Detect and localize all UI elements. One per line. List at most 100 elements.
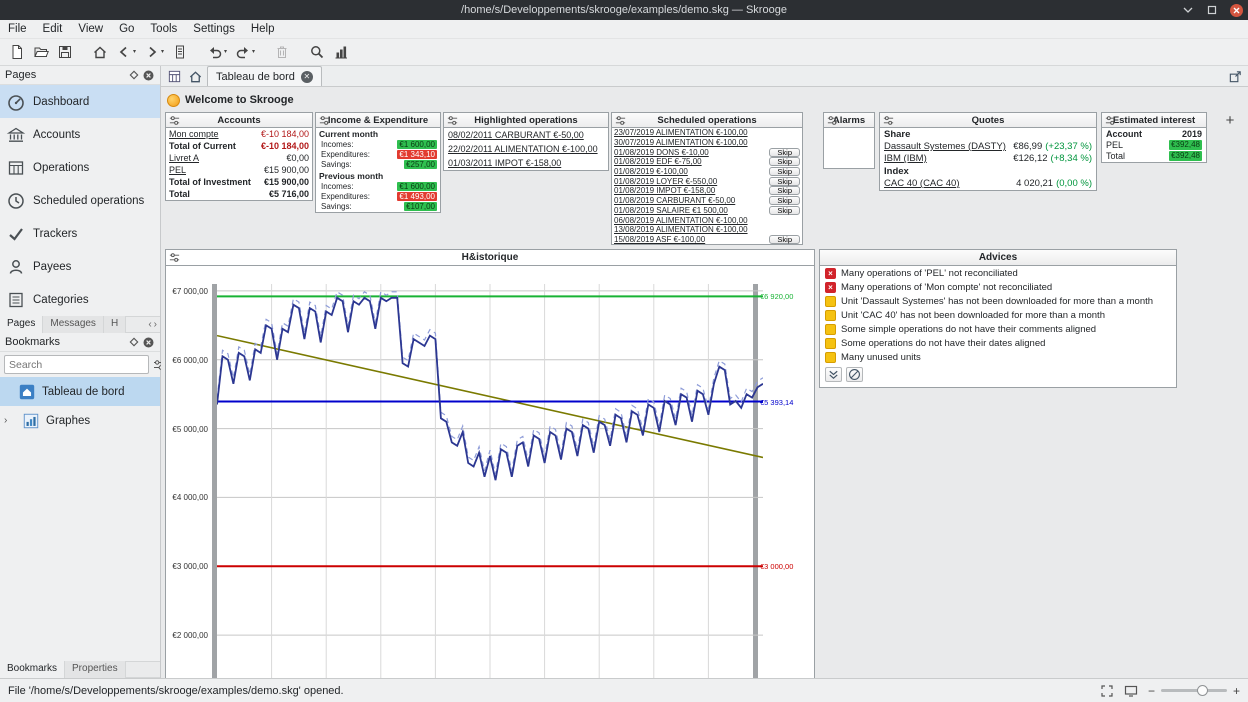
account-name[interactable]: Mon compte	[169, 129, 219, 139]
dropdown-caret-icon[interactable]: ▾	[133, 49, 136, 55]
dropdown-caret-icon[interactable]: ▾	[224, 49, 227, 55]
account-name[interactable]: Livret A	[169, 153, 199, 163]
close-panel-icon[interactable]	[141, 68, 155, 82]
highlighted-operation-link[interactable]: 22/02/2011 ALIMENTATION €-100,00	[444, 142, 608, 156]
highlighted-operation-link[interactable]: 08/02/2011 CARBURANT €-50,00	[444, 128, 608, 142]
redo-button[interactable]: ▾	[232, 42, 258, 62]
quote-name-link[interactable]: CAC 40 (CAC 40)	[884, 178, 1012, 189]
open-file-button[interactable]	[30, 42, 52, 62]
apply-all-advices-button[interactable]	[825, 367, 842, 382]
advice-item[interactable]: Many unused units	[820, 350, 1176, 364]
dropdown-caret-icon[interactable]: ▾	[252, 49, 255, 55]
sidebar-item-categories[interactable]: Categories	[0, 283, 160, 316]
scheduled-operation-link[interactable]: 06/08/2019 ALIMENTATION €-100,00	[614, 216, 748, 225]
page-button[interactable]	[169, 42, 191, 62]
skip-button[interactable]: Skip	[769, 196, 800, 205]
scroll-left-icon[interactable]: ‹	[148, 319, 151, 330]
search-button[interactable]	[306, 42, 328, 62]
expander-icon[interactable]: ›	[4, 415, 16, 426]
dock-tab-bookmarks[interactable]: Bookmarks	[0, 661, 65, 678]
undo-button[interactable]: ▾	[204, 42, 230, 62]
minimize-button[interactable]	[1180, 2, 1196, 18]
accounts-widget-header[interactable]: Accounts	[166, 113, 312, 128]
zoom-slider-handle[interactable]	[1197, 685, 1208, 696]
highlighted-operation-link[interactable]: 01/03/2011 IMPOT €-158,00	[444, 156, 608, 170]
scheduled-operation-link[interactable]: 01/08/2019 SALAIRE €1 500,00	[614, 206, 728, 215]
sidebar-item-operations[interactable]: Operations	[0, 151, 160, 184]
zoom-in-button[interactable]: +	[1233, 686, 1240, 696]
advice-item[interactable]: Unit 'CAC 40' has not been downloaded fo…	[820, 308, 1176, 322]
dock-tab-messages[interactable]: Messages	[43, 316, 104, 333]
advice-item[interactable]: ×Many operations of 'PEL' not reconcilia…	[820, 266, 1176, 280]
close-panel-icon[interactable]	[141, 335, 155, 349]
detach-tab-icon[interactable]	[1226, 67, 1244, 85]
scheduled-operation-link[interactable]: 01/08/2019 EDF €-75,00	[614, 157, 702, 166]
menu-file[interactable]: File	[0, 20, 35, 39]
close-button[interactable]	[1228, 2, 1244, 18]
scheduled-operation-link[interactable]: 13/08/2019 ALIMENTATION €-100,00	[614, 225, 748, 234]
sidebar-item-payees[interactable]: Payees	[0, 250, 160, 283]
scheduled-operations-header[interactable]: Scheduled operations	[612, 113, 802, 128]
skip-button[interactable]: Skip	[769, 157, 800, 166]
go-forward-button[interactable]: ▾	[141, 42, 167, 62]
account-name[interactable]: PEL	[169, 165, 186, 175]
menu-view[interactable]: View	[70, 20, 111, 39]
context-chooser-icon[interactable]	[165, 67, 183, 85]
quotes-header[interactable]: Quotes	[880, 113, 1096, 128]
menu-help[interactable]: Help	[243, 20, 283, 39]
menu-settings[interactable]: Settings	[185, 20, 243, 39]
alarms-header[interactable]: Alarms	[824, 113, 874, 128]
widget-settings-icon[interactable]	[168, 114, 181, 127]
new-document-button[interactable]	[6, 42, 28, 62]
sidebar-item-trackers[interactable]: Trackers	[0, 217, 160, 250]
widget-settings-icon[interactable]	[826, 114, 839, 127]
dropdown-caret-icon[interactable]: ▾	[161, 49, 164, 55]
scroll-right-icon[interactable]: ›	[154, 319, 157, 330]
quote-name-link[interactable]: IBM (IBM)	[884, 153, 1009, 164]
home-page-icon[interactable]	[186, 67, 204, 85]
menu-edit[interactable]: Edit	[35, 20, 71, 39]
save-button[interactable]	[54, 42, 76, 62]
scheduled-operation-link[interactable]: 01/08/2019 €-100,00	[614, 167, 688, 176]
float-panel-icon[interactable]	[127, 68, 141, 82]
add-widget-button[interactable]: +	[1222, 113, 1238, 129]
home-button[interactable]	[89, 42, 111, 62]
scheduled-operation-link[interactable]: 01/08/2019 DONS €-10,00	[614, 148, 709, 157]
tab-close-icon[interactable]: ✕	[301, 71, 313, 83]
highlighted-operations-header[interactable]: Highlighted operations	[444, 113, 608, 128]
dock-tab-h[interactable]: H	[104, 316, 126, 333]
report-button[interactable]	[330, 42, 352, 62]
dock-tab-pages[interactable]: Pages	[0, 316, 43, 333]
scheduled-operation-link[interactable]: 01/08/2019 IMPOT €-158,00	[614, 186, 715, 195]
skip-button[interactable]: Skip	[769, 206, 800, 215]
skip-button[interactable]: Skip	[769, 148, 800, 157]
scheduled-operation-link[interactable]: 30/07/2019 ALIMENTATION €-100,00	[614, 138, 748, 147]
scheduled-operation-link[interactable]: 01/08/2019 CARBURANT €-50,00	[614, 196, 735, 205]
zoom-slider[interactable]	[1161, 689, 1227, 692]
scheduled-operation-link[interactable]: 01/08/2019 LOYER €-550,00	[614, 177, 717, 186]
bookmark-item-tableau-de-bord[interactable]: Tableau de bord	[0, 377, 160, 406]
skip-button[interactable]: Skip	[769, 177, 800, 186]
quote-name-link[interactable]: Dassault Systemes (DASTY)	[884, 141, 1009, 152]
float-panel-icon[interactable]	[127, 335, 141, 349]
widget-settings-icon[interactable]	[446, 114, 459, 127]
bookmark-search-input[interactable]	[4, 355, 149, 374]
widget-settings-icon[interactable]	[168, 251, 181, 264]
fit-page-icon[interactable]	[1100, 684, 1114, 698]
skip-button[interactable]: Skip	[769, 167, 800, 176]
dock-tab-properties[interactable]: Properties	[65, 661, 126, 678]
widget-settings-icon[interactable]	[882, 114, 895, 127]
tab-tableau-de-bord[interactable]: Tableau de bord ✕	[207, 66, 322, 86]
income-expenditure-header[interactable]: Income & Expenditure	[316, 113, 440, 128]
advice-item[interactable]: Unit 'Dassault Systemes' has not been do…	[820, 294, 1176, 308]
monitor-icon[interactable]	[1124, 684, 1138, 698]
skip-button[interactable]: Skip	[769, 186, 800, 195]
estimated-interest-header[interactable]: Estimated interest	[1102, 113, 1206, 128]
dismiss-advice-button[interactable]	[846, 367, 863, 382]
zoom-out-button[interactable]: −	[1148, 686, 1155, 696]
menu-tools[interactable]: Tools	[142, 20, 185, 39]
historique-chart-header[interactable]: H&istorique	[166, 250, 814, 266]
maximize-button[interactable]	[1204, 2, 1220, 18]
scheduled-operation-link[interactable]: 15/08/2019 ASF €-100,00	[614, 235, 705, 244]
bookmark-item-graphes[interactable]: ›Graphes	[0, 406, 160, 435]
